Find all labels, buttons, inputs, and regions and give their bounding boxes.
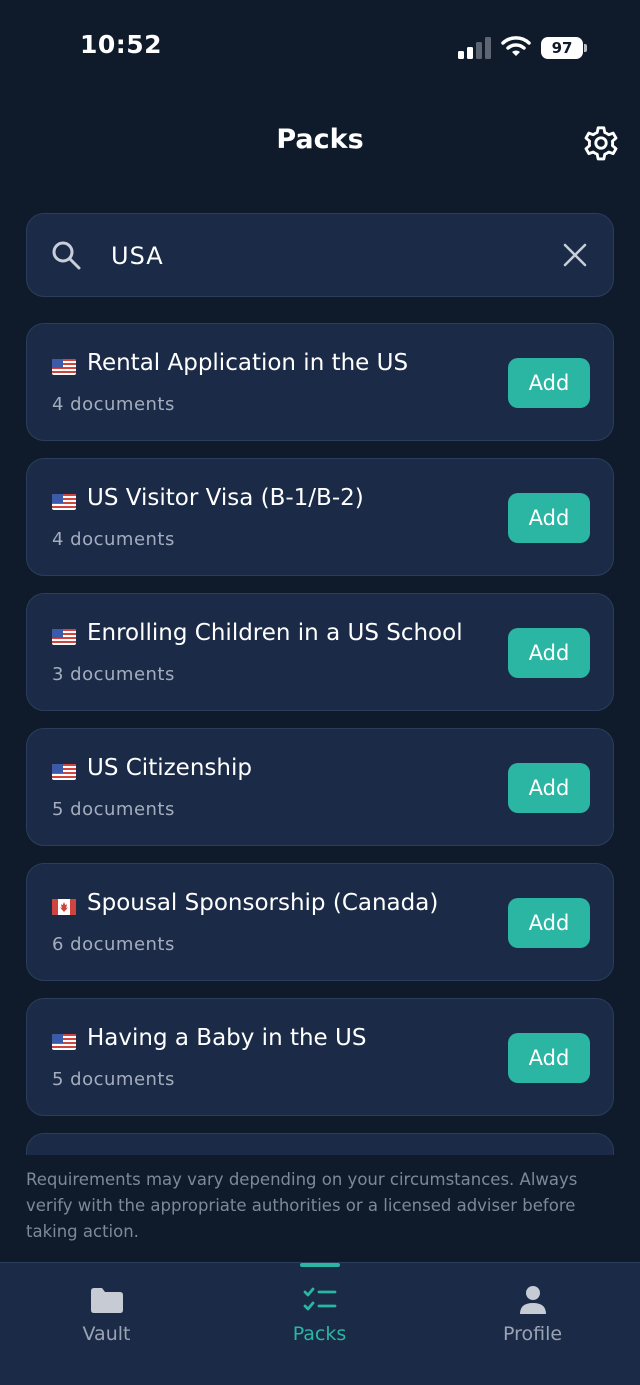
search-bar[interactable] xyxy=(26,213,614,297)
search-input[interactable] xyxy=(111,234,541,278)
search-icon xyxy=(52,241,81,270)
disclaimer-text: Requirements may vary depending on your … xyxy=(26,1170,578,1241)
status-time: 10:52 xyxy=(80,30,163,59)
pack-card[interactable]: Rental Application in the US 4 documents… xyxy=(26,323,614,441)
wifi-icon xyxy=(501,36,531,56)
tab-packs[interactable]: Packs xyxy=(213,1263,426,1385)
pack-list: Rental Application in the US 4 documents… xyxy=(26,323,614,1155)
add-pack-button[interactable]: Add xyxy=(508,1033,590,1083)
canada-flag-icon xyxy=(52,899,76,915)
pack-title: Having a Baby in the US xyxy=(87,1025,367,1051)
pack-card[interactable]: Spousal Sponsorship (Canada) 6 documents… xyxy=(26,863,614,981)
pack-document-count: 6 documents xyxy=(52,934,175,955)
pack-card[interactable]: US Citizenship 5 documents Add xyxy=(26,728,614,846)
tab-label: Profile xyxy=(502,1323,563,1345)
pack-title: Enrolling Children in a US School xyxy=(87,620,463,646)
us-flag-icon xyxy=(52,494,76,510)
status-bar: 10:52 97 xyxy=(0,0,640,96)
tab-vault[interactable]: Vault xyxy=(0,1263,213,1385)
folder-icon xyxy=(91,1288,123,1313)
gear-icon[interactable] xyxy=(582,124,620,162)
cellular-signal-icon xyxy=(458,37,491,59)
battery-level: 97 xyxy=(541,37,583,59)
pack-card[interactable]: Enrolling Children in a US School 3 docu… xyxy=(26,593,614,711)
pack-card[interactable]: US Visitor Visa (B-1/B-2) 4 documents Ad… xyxy=(26,458,614,576)
add-pack-button[interactable]: Add xyxy=(508,628,590,678)
page-title: Packs xyxy=(276,124,364,155)
battery-icon: 97 xyxy=(541,37,587,59)
add-pack-button[interactable]: Add xyxy=(508,763,590,813)
checklist-icon xyxy=(303,1287,337,1311)
add-pack-button[interactable]: Add xyxy=(508,493,590,543)
us-flag-icon xyxy=(52,764,76,780)
pack-title: US Citizenship xyxy=(87,755,252,781)
tab-label: Vault xyxy=(82,1323,131,1345)
us-flag-icon xyxy=(52,629,76,645)
close-icon[interactable] xyxy=(561,241,589,269)
pack-document-count: 5 documents xyxy=(52,1069,175,1090)
pack-card[interactable]: Having a Baby in the US 5 documents Add xyxy=(26,998,614,1116)
pack-document-count: 3 documents xyxy=(52,664,175,685)
pack-document-count: 5 documents xyxy=(52,799,175,820)
tab-label: Packs xyxy=(292,1323,347,1345)
us-flag-icon xyxy=(52,1034,76,1050)
add-pack-button[interactable]: Add xyxy=(508,358,590,408)
pack-title: US Visitor Visa (B-1/B-2) xyxy=(87,485,364,511)
pack-title: Rental Application in the US xyxy=(87,350,409,376)
bottom-tab-bar: Vault Packs Profile xyxy=(0,1262,640,1385)
add-pack-button[interactable]: Add xyxy=(508,898,590,948)
pack-card-partial[interactable] xyxy=(26,1133,614,1155)
person-icon xyxy=(520,1286,546,1314)
us-flag-icon xyxy=(52,359,76,375)
tab-profile[interactable]: Profile xyxy=(426,1263,639,1385)
pack-document-count: 4 documents xyxy=(52,394,175,415)
pack-title: Spousal Sponsorship (Canada) xyxy=(87,890,439,916)
pack-document-count: 4 documents xyxy=(52,529,175,550)
